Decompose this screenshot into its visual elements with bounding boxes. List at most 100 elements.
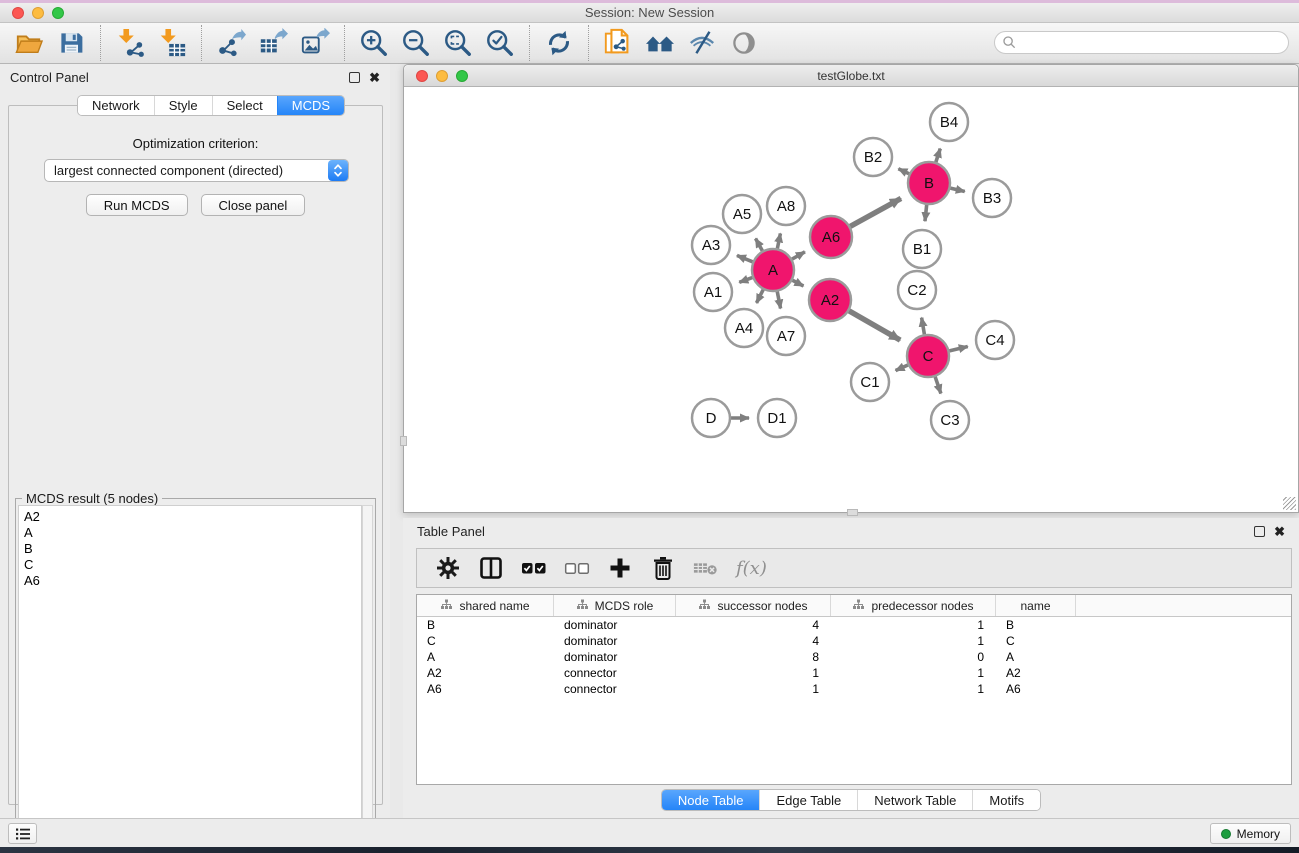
cell-MCDS-role[interactable]: dominator: [554, 634, 676, 648]
splitter-grip-bottom[interactable]: [847, 509, 858, 516]
duplicate-network-icon[interactable]: [601, 27, 635, 59]
table-row[interactable]: Adominator80A: [417, 649, 1291, 665]
table-row[interactable]: Cdominator41C: [417, 633, 1291, 649]
cell-name[interactable]: B: [996, 618, 1076, 632]
graph-node-A1[interactable]: A1: [694, 273, 732, 311]
cell-name[interactable]: A6: [996, 682, 1076, 696]
graph-edge-C-C1[interactable]: [896, 365, 908, 371]
zoom-selected-icon[interactable]: [483, 27, 517, 59]
cell-predecessor-nodes[interactable]: 1: [831, 666, 996, 680]
graph-node-A5[interactable]: A5: [723, 195, 761, 233]
graph-node-A[interactable]: A: [752, 249, 794, 291]
graph-edge-B-B4[interactable]: [936, 149, 940, 162]
deselect-all-icon[interactable]: [564, 555, 590, 581]
cell-MCDS-role[interactable]: connector: [554, 666, 676, 680]
close-panel-button[interactable]: Close panel: [201, 194, 306, 216]
graph-node-A4[interactable]: A4: [725, 309, 763, 347]
tab-motifs[interactable]: Motifs: [972, 790, 1040, 810]
export-table-icon[interactable]: [256, 27, 290, 59]
graph-edge-A2-C[interactable]: [849, 311, 900, 340]
save-icon[interactable]: [54, 27, 88, 59]
table-row[interactable]: A2connector11A2: [417, 665, 1291, 681]
cell-shared-name[interactable]: A: [417, 650, 554, 664]
export-network-icon[interactable]: [214, 27, 248, 59]
zoom-in-icon[interactable]: [357, 27, 391, 59]
mcds-result-item[interactable]: B: [24, 541, 361, 557]
graph-node-C1[interactable]: C1: [851, 363, 889, 401]
graph-node-A3[interactable]: A3: [692, 226, 730, 264]
import-network-icon[interactable]: [113, 27, 147, 59]
columns-icon[interactable]: [478, 555, 504, 581]
show-details-icon[interactable]: [727, 27, 761, 59]
mcds-result-item[interactable]: A: [24, 525, 361, 541]
splitter-grip-left[interactable]: [400, 436, 407, 446]
cell-successor-nodes[interactable]: 1: [676, 666, 831, 680]
graph-edge-C-C2[interactable]: [922, 318, 925, 335]
mcds-result-item[interactable]: A2: [24, 509, 361, 525]
float-table-panel-icon[interactable]: [1254, 526, 1265, 537]
tab-style[interactable]: Style: [154, 96, 212, 115]
graph-edge-B-B3[interactable]: [950, 188, 964, 191]
graph-edge-B-B2[interactable]: [898, 169, 909, 174]
cell-MCDS-role[interactable]: connector: [554, 682, 676, 696]
cell-MCDS-role[interactable]: dominator: [554, 618, 676, 632]
open-file-icon[interactable]: [12, 27, 46, 59]
cell-predecessor-nodes[interactable]: 1: [831, 682, 996, 696]
home-icon[interactable]: [643, 27, 677, 59]
hide-details-icon[interactable]: [685, 27, 719, 59]
refresh-icon[interactable]: [542, 27, 576, 59]
cell-successor-nodes[interactable]: 4: [676, 618, 831, 632]
zoom-out-icon[interactable]: [399, 27, 433, 59]
column-header-successor-nodes[interactable]: successor nodes: [676, 595, 831, 616]
float-panel-icon[interactable]: [349, 72, 360, 83]
column-header-name[interactable]: name: [996, 595, 1076, 616]
cell-MCDS-role[interactable]: dominator: [554, 650, 676, 664]
run-mcds-button[interactable]: Run MCDS: [86, 194, 188, 216]
graph-node-B1[interactable]: B1: [903, 230, 941, 268]
graph-node-B3[interactable]: B3: [973, 179, 1011, 217]
import-table-icon[interactable]: [155, 27, 189, 59]
graph-node-C2[interactable]: C2: [898, 271, 936, 309]
graph-node-A6[interactable]: A6: [810, 216, 852, 258]
graph-edge-A-A4[interactable]: [757, 290, 764, 303]
graph-node-C[interactable]: C: [907, 335, 949, 377]
cell-successor-nodes[interactable]: 8: [676, 650, 831, 664]
trash-icon[interactable]: [650, 555, 676, 581]
result-scrollbar[interactable]: [362, 505, 373, 834]
column-header-shared-name[interactable]: shared name: [417, 595, 554, 616]
table-row[interactable]: A6connector11A6: [417, 681, 1291, 697]
gear-icon[interactable]: [435, 555, 461, 581]
select-all-icon[interactable]: [521, 555, 547, 581]
cell-successor-nodes[interactable]: 4: [676, 634, 831, 648]
cell-name[interactable]: A2: [996, 666, 1076, 680]
export-image-icon[interactable]: [298, 27, 332, 59]
graph-node-B4[interactable]: B4: [930, 103, 968, 141]
graph-edge-A-A1[interactable]: [739, 278, 752, 283]
graph-edge-C-C4[interactable]: [949, 347, 967, 351]
cell-name[interactable]: C: [996, 634, 1076, 648]
cell-shared-name[interactable]: A6: [417, 682, 554, 696]
graph-edge-C-C3[interactable]: [935, 377, 941, 394]
graph-edge-B-B1[interactable]: [925, 205, 927, 221]
cell-shared-name[interactable]: A2: [417, 666, 554, 680]
cell-predecessor-nodes[interactable]: 1: [831, 634, 996, 648]
graph-edge-A-A5[interactable]: [756, 238, 763, 250]
graph-node-D[interactable]: D: [692, 399, 730, 437]
graph-node-A7[interactable]: A7: [767, 317, 805, 355]
cell-shared-name[interactable]: B: [417, 618, 554, 632]
graph-node-A8[interactable]: A8: [767, 187, 805, 225]
graph-node-C3[interactable]: C3: [931, 401, 969, 439]
tab-select[interactable]: Select: [212, 96, 277, 115]
graph-node-A2[interactable]: A2: [809, 279, 851, 321]
network-window-titlebar[interactable]: testGlobe.txt: [404, 65, 1298, 87]
column-header-MCDS-role[interactable]: MCDS role: [554, 595, 676, 616]
network-canvas[interactable]: B4B2BB3A8A5A6A3B1AA1C2A2A4A7C4CC1DD1C3: [405, 87, 1297, 511]
cell-predecessor-nodes[interactable]: 1: [831, 618, 996, 632]
network-graph[interactable]: B4B2BB3A8A5A6A3B1AA1C2A2A4A7C4CC1DD1C3: [405, 87, 1297, 511]
graph-edge-A6-B[interactable]: [850, 198, 901, 226]
cell-predecessor-nodes[interactable]: 0: [831, 650, 996, 664]
search-input[interactable]: [994, 31, 1289, 54]
graph-edge-A-A6[interactable]: [792, 252, 805, 259]
memory-button[interactable]: Memory: [1210, 823, 1291, 844]
cell-successor-nodes[interactable]: 1: [676, 682, 831, 696]
